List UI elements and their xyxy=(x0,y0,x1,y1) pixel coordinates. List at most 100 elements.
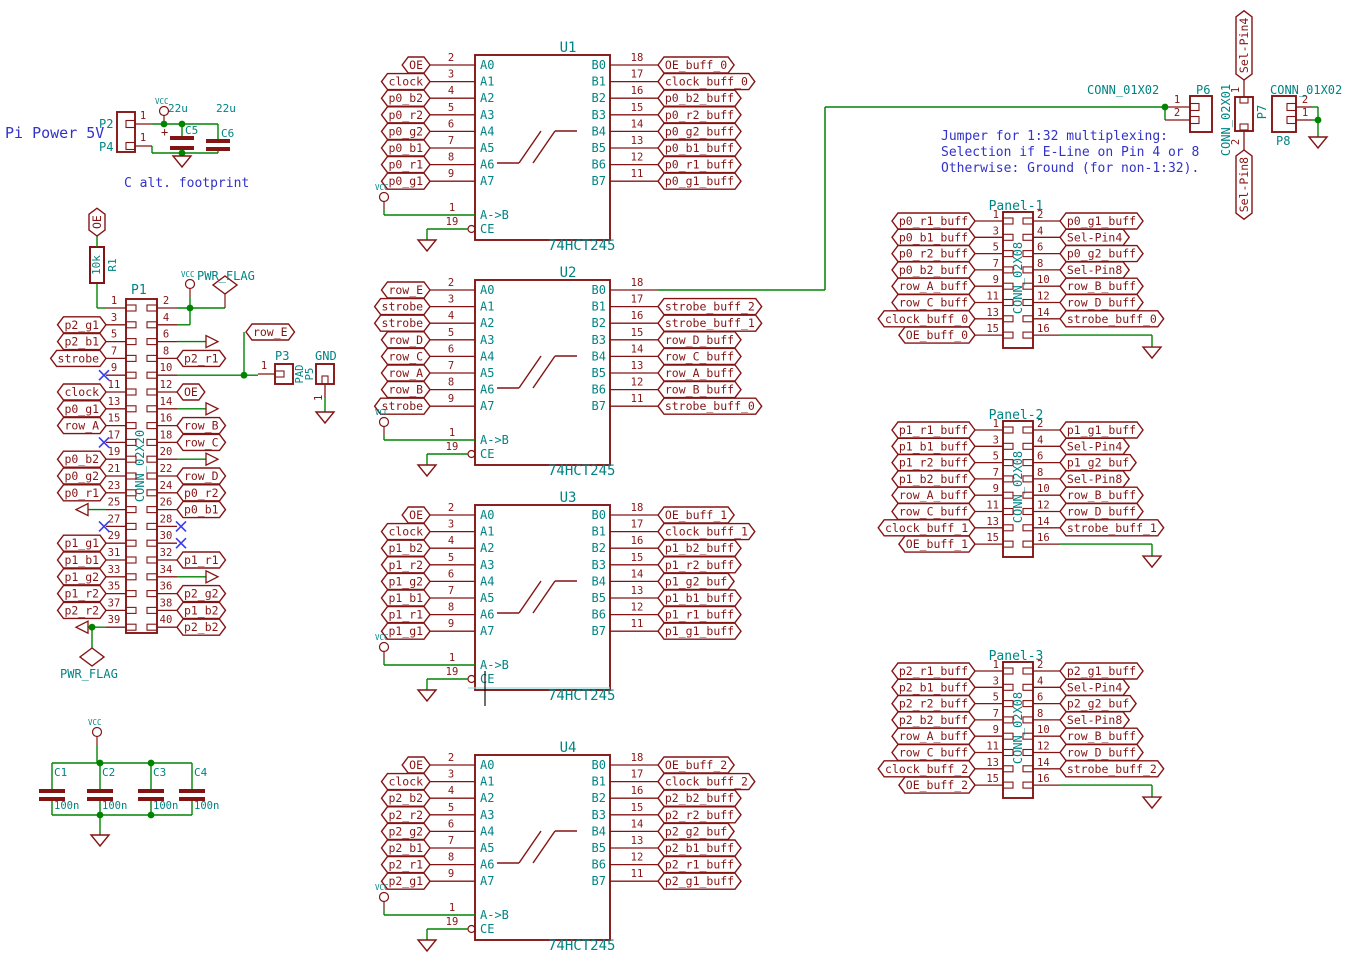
pad-P5[interactable]: P5GND1 xyxy=(304,349,337,401)
global-label-row_D_buff[interactable]: row_D_buff xyxy=(1060,295,1143,311)
global-label-row_B_buff[interactable]: row_B_buff xyxy=(1060,487,1143,503)
gnd-symbol[interactable] xyxy=(418,240,436,251)
global-label-p2_b2_buff[interactable]: p2_b2_buff xyxy=(892,712,975,728)
vcc-symbol[interactable]: VCC xyxy=(88,718,102,745)
global-label-strobe_buff_1[interactable]: strobe_buff_1 xyxy=(1060,520,1164,536)
global-label-p0_g2_buff[interactable]: p0_g2_buff xyxy=(1060,246,1143,262)
vcc-symbol[interactable]: VCC xyxy=(181,270,195,297)
global-label-p1_b1_buff[interactable]: p1_b1_buff xyxy=(658,590,741,606)
global-label-clock_buff_1[interactable]: clock_buff_1 xyxy=(658,524,755,540)
global-label-strobe_buff_1[interactable]: strobe_buff_1 xyxy=(658,315,762,331)
pwr-flag-symbol[interactable]: PWR_FLAG xyxy=(60,648,118,681)
global-label-row_A[interactable]: row_A xyxy=(58,418,107,434)
connector-P7[interactable]: CONN_02X01P712Sel-Pin4Sel-Pin8 xyxy=(1219,11,1269,219)
capacitor-C5[interactable]: +C522u xyxy=(161,102,198,153)
vcc-symbol[interactable]: VCC xyxy=(375,883,389,910)
global-label-p1_g1[interactable]: p1_g1 xyxy=(58,535,107,551)
vcc-symbol[interactable]: VCC xyxy=(155,97,169,124)
connector-P8[interactable]: CONN_01X02P821 xyxy=(1270,83,1342,148)
global-label-p1_r1_buff[interactable]: p1_r1_buff xyxy=(658,607,741,623)
global-label-Sel-Pin4[interactable]: Sel-Pin4 xyxy=(1236,11,1252,80)
global-label-p0_r1[interactable]: p0_r1 xyxy=(382,157,431,173)
global-label-p1_r2_buff[interactable]: p1_r2_buff xyxy=(658,557,741,573)
gnd-symbol[interactable] xyxy=(1309,137,1327,148)
global-label-row_C_buff[interactable]: row_C_buff xyxy=(892,504,975,520)
connector-P1[interactable]: P1CONN_02X20110kR1OE3p2_g15p2_b17strobe9… xyxy=(51,208,295,681)
gnd-symbol[interactable] xyxy=(418,465,436,476)
global-label-p0_b1_buff[interactable]: p0_b1_buff xyxy=(892,229,975,245)
global-label-Sel-Pin8[interactable]: Sel-Pin8 xyxy=(1060,712,1129,728)
capacitor-C2[interactable]: C2100n xyxy=(87,763,127,815)
global-label-p0_g1[interactable]: p0_g1 xyxy=(382,173,431,189)
global-label-row_D_buff[interactable]: row_D_buff xyxy=(1060,745,1143,761)
global-label-p0_b1[interactable]: p0_b1 xyxy=(177,502,226,518)
global-label-row_D_buff[interactable]: row_D_buff xyxy=(658,332,741,348)
global-label-OE_buff_2[interactable]: OE_buff_2 xyxy=(899,777,975,793)
global-label-p1_b1[interactable]: p1_b1 xyxy=(58,552,107,568)
connector-Panel-2[interactable]: Panel-2CONN_02X081p1_r1_buff3p1_b1_buff5… xyxy=(878,408,1163,567)
global-label-p2_b2[interactable]: p2_b2 xyxy=(177,619,226,635)
global-label-row_D_buff[interactable]: row_D_buff xyxy=(1060,504,1143,520)
global-label-strobe_buff_2[interactable]: strobe_buff_2 xyxy=(658,299,762,315)
global-label-p0_b2[interactable]: p0_b2 xyxy=(382,90,431,106)
global-label-strobe_buff_0[interactable]: strobe_buff_0 xyxy=(1060,311,1164,327)
global-label-p0_r1_buff[interactable]: p0_r1_buff xyxy=(658,157,741,173)
vcc-symbol[interactable]: VCC xyxy=(375,633,389,660)
pad-P3[interactable]: 1P3PAD xyxy=(258,349,306,384)
global-label-row_A_buff[interactable]: row_A_buff xyxy=(892,278,975,294)
global-label-p0_r1_buff[interactable]: p0_r1_buff xyxy=(892,213,975,229)
global-label-row_A[interactable]: row_A xyxy=(382,365,431,381)
global-label-clock[interactable]: clock xyxy=(58,384,107,400)
global-label-OE_buff_0[interactable]: OE_buff_0 xyxy=(658,57,734,73)
global-label-p0_b1[interactable]: p0_b1 xyxy=(382,140,431,156)
global-label-p1_r1[interactable]: p1_r1 xyxy=(177,552,226,568)
global-label-strobe[interactable]: strobe xyxy=(375,299,430,315)
global-label-clock_buff_1[interactable]: clock_buff_1 xyxy=(878,520,975,536)
ic-U4[interactable]: U474HCT2452A0OE3A1clock4A2p2_b25A3p2_r26… xyxy=(375,740,755,954)
global-label-p0_r1[interactable]: p0_r1 xyxy=(58,485,107,501)
capacitor-C4[interactable]: C4100n xyxy=(179,763,219,815)
gnd-symbol[interactable] xyxy=(1143,556,1161,567)
global-label-p0_g1_buff[interactable]: p0_g1_buff xyxy=(1060,213,1143,229)
global-label-p2_b1_buff[interactable]: p2_b1_buff xyxy=(658,840,741,856)
global-label-row_E[interactable]: row_E xyxy=(246,324,295,340)
global-label-row_B[interactable]: row_B xyxy=(177,418,226,434)
global-label-row_C_buff[interactable]: row_C_buff xyxy=(658,348,741,364)
gnd-symbol[interactable] xyxy=(173,156,191,167)
global-label-p2_r2[interactable]: p2_r2 xyxy=(382,807,431,823)
gnd-symbol[interactable] xyxy=(418,690,436,701)
global-label-p2_g1[interactable]: p2_g1 xyxy=(382,873,431,889)
global-label-OE[interactable]: OE xyxy=(89,208,105,236)
global-label-p1_r1_buff[interactable]: p1_r1_buff xyxy=(892,422,975,438)
global-label-p2_r1_buff[interactable]: p2_r1_buff xyxy=(658,857,741,873)
gnd-symbol[interactable] xyxy=(1143,347,1161,358)
global-label-clock_buff_2[interactable]: clock_buff_2 xyxy=(658,774,755,790)
gnd-symbol[interactable] xyxy=(316,412,334,423)
global-label-Sel-Pin4[interactable]: Sel-Pin4 xyxy=(1060,229,1129,245)
global-label-row_B_buff[interactable]: row_B_buff xyxy=(1060,728,1143,744)
global-label-OE[interactable]: OE xyxy=(402,57,430,73)
connector-Panel-1[interactable]: Panel-1CONN_02X081p0_r1_buff3p0_b1_buff5… xyxy=(878,199,1163,358)
global-label-p2_r1[interactable]: p2_r1 xyxy=(382,857,431,873)
global-label-row_C[interactable]: row_C xyxy=(382,348,431,364)
global-label-Sel-Pin8[interactable]: Sel-Pin8 xyxy=(1060,262,1129,278)
global-label-row_C[interactable]: row_C xyxy=(177,434,226,450)
global-label-OE[interactable]: OE xyxy=(402,757,430,773)
global-label-row_B[interactable]: row_B xyxy=(382,382,431,398)
ic-U1[interactable]: U174HCT2452A0OE3A1clock4A2p0_b25A3p0_r26… xyxy=(375,40,755,254)
global-label-p2_r2_buff[interactable]: p2_r2_buff xyxy=(658,807,741,823)
global-label-OE[interactable]: OE xyxy=(402,507,430,523)
global-label-p2_g2[interactable]: p2_g2 xyxy=(177,586,226,602)
global-label-p2_g2_buf[interactable]: p2_g2_buf xyxy=(658,823,734,839)
global-label-p2_b2_buff[interactable]: p2_b2_buff xyxy=(658,790,741,806)
global-label-p0_b2_buff[interactable]: p0_b2_buff xyxy=(892,262,975,278)
global-label-p1_r1[interactable]: p1_r1 xyxy=(382,607,431,623)
global-label-p1_b1_buff[interactable]: p1_b1_buff xyxy=(892,438,975,454)
global-label-p1_b2[interactable]: p1_b2 xyxy=(177,602,226,618)
global-label-clock_buff_0[interactable]: clock_buff_0 xyxy=(878,311,975,327)
global-label-row_C_buff[interactable]: row_C_buff xyxy=(892,295,975,311)
global-label-clock[interactable]: clock xyxy=(382,74,431,90)
capacitor-C6[interactable]: C622u xyxy=(206,102,236,153)
global-label-p1_g1[interactable]: p1_g1 xyxy=(382,623,431,639)
global-label-row_B_buff[interactable]: row_B_buff xyxy=(1060,278,1143,294)
